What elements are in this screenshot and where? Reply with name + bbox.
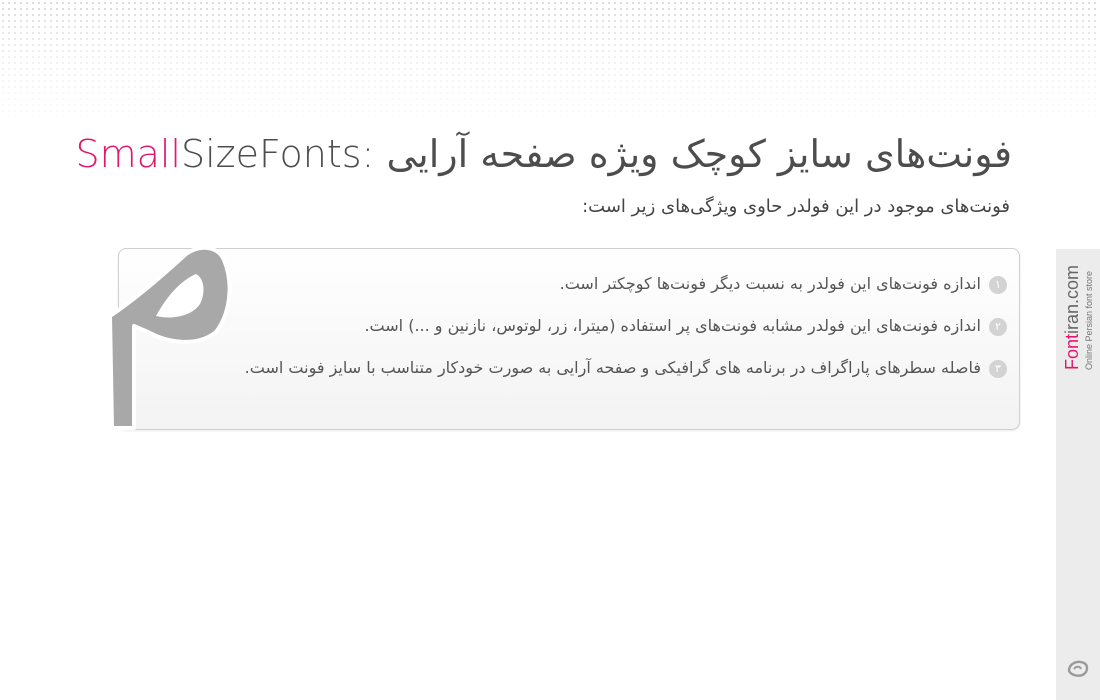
feature-number-badge: ۱: [989, 275, 1007, 294]
brand-tagline: Online Persian font store: [1084, 270, 1094, 370]
feature-item: ۳ فاصله سطرهای پاراگراف در برنامه های گرا…: [207, 347, 1007, 389]
brand-rest: iran.com: [1062, 264, 1082, 334]
feature-number-badge: ۳: [989, 359, 1007, 378]
feature-text: فاصله سطرهای پاراگراف در برنامه های گراف…: [244, 358, 981, 377]
feature-text: اندازه فونت‌های این فولدر به نسبت دیگر ف…: [559, 274, 981, 293]
feature-item: ۲ اندازه فونت‌های این فولدر مشابه فونت‌ها…: [207, 305, 1007, 347]
feature-number-badge: ۲: [989, 317, 1007, 336]
feature-list: ۱ اندازه فونت‌های این فولدر به نسبت دیگر …: [207, 263, 1007, 389]
fontiran-logo-icon: [1067, 660, 1089, 677]
page-title: SmallSizeFonts: فونت‌های سایز کوچک ویژه …: [75, 128, 1012, 180]
feature-card: ۱ اندازه فونت‌های این فولدر به نسبت دیگر …: [118, 248, 1020, 430]
feature-text: اندازه فونت‌های این فولدر مشابه فونت‌های…: [364, 316, 981, 335]
brand-vertical: Fontiran.com Online Persian font store: [1062, 258, 1100, 378]
feature-item: ۱ اندازه فونت‌های این فولدر به نسبت دیگر …: [207, 263, 1007, 305]
title-persian: فونت‌های سایز کوچک ویژه صفحه آرایی: [386, 132, 1012, 176]
title-accent: Small: [75, 132, 181, 176]
title-rest: SizeFonts: [181, 132, 362, 176]
title-separator: :: [361, 132, 375, 176]
big-letter-mim-icon: [108, 245, 232, 430]
page-subtitle: فونت‌های موجود در این فولدر حاوی ویژگی‌ه…: [582, 196, 1010, 217]
brand-name: Fontiran.com: [1062, 265, 1082, 370]
brand-accent: Font: [1062, 333, 1082, 370]
dot-pattern-background: [0, 0, 1100, 130]
